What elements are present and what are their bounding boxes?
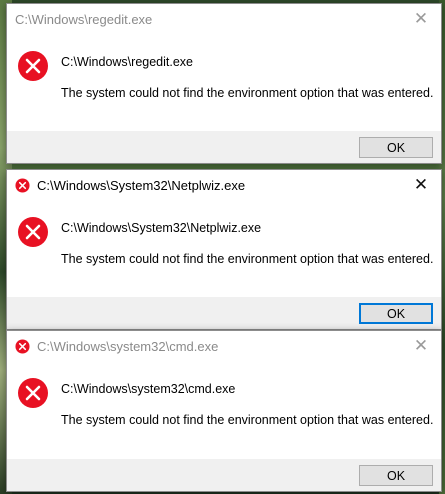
dialog-content: C:\Windows\System32\Netplwiz.exe The sys… bbox=[7, 200, 441, 298]
error-dialog-cmd: C:\Windows\system32\cmd.exe ✕ C:\Windows… bbox=[6, 330, 442, 492]
ok-button[interactable]: OK bbox=[359, 303, 433, 324]
dialog-footer: OK bbox=[7, 459, 441, 491]
error-path: C:\Windows\system32\cmd.exe bbox=[61, 382, 236, 396]
title-bar[interactable]: C:\Windows\system32\cmd.exe ✕ bbox=[7, 331, 441, 361]
close-button[interactable]: ✕ bbox=[401, 331, 441, 361]
error-icon bbox=[18, 217, 48, 247]
window-title: C:\Windows\system32\cmd.exe bbox=[37, 338, 219, 354]
error-message: The system could not find the environmen… bbox=[61, 413, 434, 427]
dialog-footer: OK bbox=[7, 131, 441, 163]
error-icon bbox=[18, 378, 48, 408]
dialog-content: C:\Windows\regedit.exe The system could … bbox=[7, 34, 441, 132]
error-icon bbox=[18, 51, 48, 81]
window-title: C:\Windows\regedit.exe bbox=[15, 11, 153, 27]
close-button[interactable]: ✕ bbox=[401, 4, 441, 34]
title-bar[interactable]: C:\Windows\regedit.exe ✕ bbox=[7, 4, 441, 34]
title-bar[interactable]: C:\Windows\System32\Netplwiz.exe ✕ bbox=[7, 170, 441, 200]
error-icon bbox=[15, 177, 30, 193]
error-message: The system could not find the environmen… bbox=[61, 86, 434, 100]
error-dialog-regedit: C:\Windows\regedit.exe ✕ C:\Windows\rege… bbox=[6, 3, 442, 164]
ok-button[interactable]: OK bbox=[359, 137, 433, 158]
window-title: C:\Windows\System32\Netplwiz.exe bbox=[37, 177, 246, 193]
ok-button[interactable]: OK bbox=[359, 465, 433, 486]
dialog-content: C:\Windows\system32\cmd.exe The system c… bbox=[7, 361, 441, 459]
error-icon bbox=[15, 338, 30, 354]
error-dialog-netplwiz: C:\Windows\System32\Netplwiz.exe ✕ C:\Wi… bbox=[6, 169, 442, 330]
close-button[interactable]: ✕ bbox=[401, 170, 441, 200]
error-message: The system could not find the environmen… bbox=[61, 252, 434, 266]
error-path: C:\Windows\System32\Netplwiz.exe bbox=[61, 221, 262, 235]
dialog-footer: OK bbox=[7, 297, 441, 329]
error-path: C:\Windows\regedit.exe bbox=[61, 55, 194, 69]
